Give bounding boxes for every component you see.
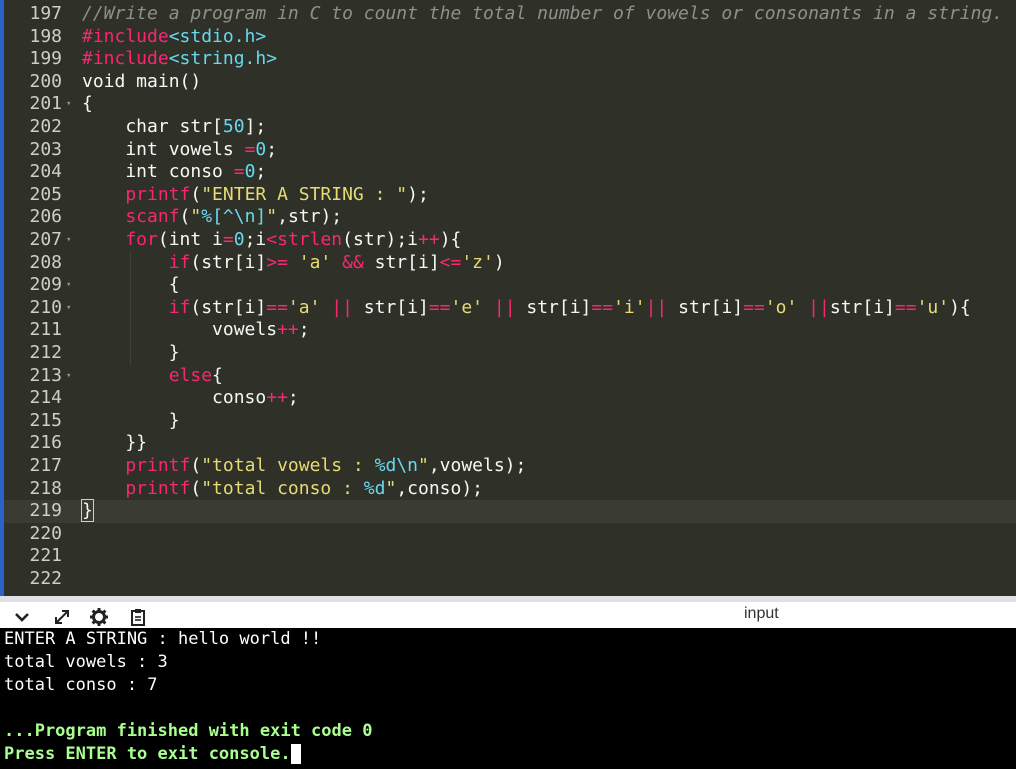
console-title: input [744, 605, 779, 622]
code-text: for(int i=0;i<strlen(str);i++){ [82, 229, 462, 250]
code-line[interactable]: 214 conso++; [4, 387, 1016, 410]
line-number: 211 [29, 319, 62, 341]
fold-toggle-icon[interactable]: ▾ [66, 365, 71, 388]
code-line[interactable]: 213 ▾ else{ [4, 365, 1016, 388]
console-toolbar: input [0, 596, 1016, 628]
code-text: if(str[i]=='a' || str[i]=='e' || str[i]=… [82, 296, 971, 318]
fold-toggle-icon[interactable]: ▾ [66, 274, 71, 297]
line-number: 218 [29, 477, 62, 499]
code-line[interactable]: 221 [4, 545, 1016, 568]
code-line[interactable]: 212 } [4, 342, 1016, 365]
code-line[interactable]: 197 //Write a program in C to count the t… [4, 3, 1016, 26]
code-line[interactable]: 210 ▾ if(str[i]=='a' || str[i]=='e' || st… [4, 297, 1016, 320]
line-number: 209 [29, 274, 62, 296]
expand-icon[interactable] [50, 606, 74, 628]
line-number: 210 [29, 296, 62, 318]
line-number: 213 [29, 364, 62, 386]
line-number: 216 [29, 432, 62, 454]
code-line[interactable]: 215 } [4, 410, 1016, 433]
line-number: 199 [29, 48, 62, 70]
line-number: 206 [29, 206, 62, 228]
code-text: printf("ENTER A STRING : "); [82, 183, 429, 205]
code-text: char str[50]; [82, 116, 267, 137]
line-number: 221 [29, 545, 62, 567]
code-text: printf("total vowels : %d\n",vowels); [82, 455, 527, 476]
line-number: 204 [29, 161, 62, 183]
chevron-down-icon[interactable] [10, 606, 34, 628]
line-number: 215 [29, 409, 62, 431]
code-line[interactable]: 211 vowels++; [4, 319, 1016, 342]
console-line: ENTER A STRING : hello world !! [4, 629, 322, 649]
code-text: else{ [82, 364, 223, 386]
console-line: total vowels : 3 [4, 652, 168, 672]
line-number: 203 [29, 138, 62, 160]
code-text: int conso =0; [82, 161, 267, 183]
line-number: 214 [29, 387, 62, 409]
code-line[interactable]: 219} [4, 499, 1016, 523]
line-number: 207 [29, 229, 62, 250]
code-text: #include<stdio.h> [82, 25, 267, 47]
line-number: 217 [29, 455, 62, 476]
indent-guide [130, 251, 131, 365]
line-number: 222 [29, 568, 62, 589]
code-text: scanf("%[^\n]",str); [82, 206, 343, 228]
console-line: Press ENTER to exit console. [4, 743, 301, 766]
gear-icon[interactable] [87, 606, 111, 628]
code-editor[interactable]: 197 //Write a program in C to count the t… [0, 0, 1016, 596]
code-text: }} [82, 432, 148, 454]
line-number: 197 [29, 3, 62, 24]
line-number: 205 [29, 183, 62, 205]
code-line[interactable]: 218 printf("total conso : %d",conso); [4, 478, 1016, 501]
code-text: //Write a program in C to count the tota… [82, 3, 1004, 24]
fold-toggle-icon[interactable]: ▾ [66, 297, 71, 320]
code-line[interactable]: 208 if(str[i]>= 'a' && str[i]<='z') [4, 252, 1016, 275]
code-line[interactable]: 209 ▾ { [4, 274, 1016, 297]
code-text: } [81, 499, 94, 523]
output-console[interactable]: ENTER A STRING : hello world !! total vow… [0, 628, 1016, 769]
code-line[interactable]: 199 #include<string.h> [4, 48, 1016, 71]
code-text: int vowels =0; [82, 138, 278, 160]
line-number: 200 [29, 70, 62, 92]
code-text: if(str[i]>= 'a' && str[i]<='z') [82, 251, 505, 273]
code-line[interactable]: 198 #include<stdio.h> [4, 26, 1016, 49]
code-text: void main() [82, 70, 202, 92]
code-text: conso++; [82, 387, 299, 409]
code-line[interactable]: 204 int conso =0; [4, 161, 1016, 184]
code-line[interactable]: 201 ▾ { [4, 93, 1016, 116]
code-text: printf("total conso : %d",conso); [82, 477, 484, 499]
code-line[interactable]: 222 [4, 568, 1016, 591]
fold-toggle-icon[interactable]: ▾ [66, 93, 71, 116]
code-line[interactable]: 216 }} [4, 432, 1016, 455]
line-number: 202 [29, 116, 62, 137]
line-number: 220 [29, 522, 62, 544]
code-text: } [82, 409, 180, 431]
line-number: 198 [29, 25, 62, 47]
code-line[interactable]: 203 int vowels =0; [4, 139, 1016, 162]
code-line[interactable]: 200 void main() [4, 71, 1016, 94]
line-number: 201 [29, 93, 62, 115]
code-line[interactable]: 206 scanf("%[^\n]",str); [4, 206, 1016, 229]
code-line[interactable]: 202 char str[50]; [4, 116, 1016, 139]
code-line[interactable]: 217 printf("total vowels : %d\n",vowels)… [4, 455, 1016, 478]
console-line: ...Program finished with exit code 0 [4, 721, 373, 741]
code-line[interactable]: 205 printf("ENTER A STRING : "); [4, 184, 1016, 207]
fold-toggle-icon[interactable]: ▾ [66, 229, 71, 252]
console-line: total conso : 7 [4, 675, 158, 695]
line-number: 219 [29, 500, 62, 522]
code-line[interactable]: 220 [4, 523, 1016, 546]
code-text: vowels++; [82, 319, 310, 341]
line-number: 208 [29, 251, 62, 273]
line-number: 212 [29, 342, 62, 363]
code-text: { [82, 93, 93, 115]
clipboard-icon[interactable] [126, 606, 150, 628]
code-text: #include<string.h> [82, 48, 278, 70]
console-cursor [290, 744, 301, 764]
code-line[interactable]: 207 ▾ for(int i=0;i<strlen(str);i++){ [4, 229, 1016, 252]
